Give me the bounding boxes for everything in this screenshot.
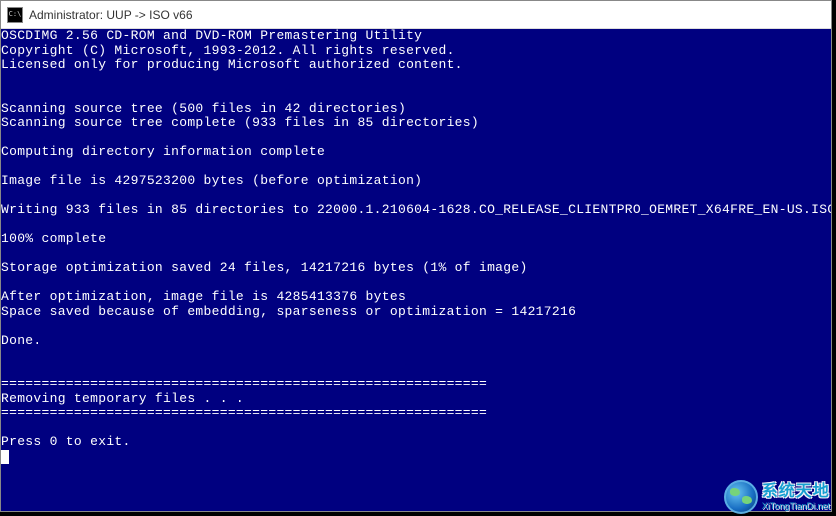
terminal-line bbox=[1, 160, 831, 175]
window-title: Administrator: UUP -> ISO v66 bbox=[29, 8, 193, 22]
terminal-line bbox=[1, 276, 831, 291]
terminal-line: Writing 933 files in 85 directories to 2… bbox=[1, 203, 831, 218]
terminal-line bbox=[1, 363, 831, 378]
titlebar[interactable]: C:\ Administrator: UUP -> ISO v66 bbox=[1, 1, 831, 29]
terminal-line bbox=[1, 73, 831, 88]
cmd-icon: C:\ bbox=[7, 7, 23, 23]
terminal-line: Storage optimization saved 24 files, 142… bbox=[1, 261, 831, 276]
terminal-line: Licensed only for producing Microsoft au… bbox=[1, 58, 831, 73]
cursor-line[interactable] bbox=[1, 450, 831, 465]
terminal-line: Scanning source tree (500 files in 42 di… bbox=[1, 102, 831, 117]
terminal-line: After optimization, image file is 428541… bbox=[1, 290, 831, 305]
terminal-line bbox=[1, 247, 831, 262]
terminal-line: Scanning source tree complete (933 files… bbox=[1, 116, 831, 131]
terminal-line: ========================================… bbox=[1, 377, 831, 392]
terminal-line bbox=[1, 348, 831, 363]
terminal-line: Copyright (C) Microsoft, 1993-2012. All … bbox=[1, 44, 831, 59]
terminal-line bbox=[1, 131, 831, 146]
terminal-line: Computing directory information complete bbox=[1, 145, 831, 160]
console-window: C:\ Administrator: UUP -> ISO v66 OSCDIM… bbox=[0, 0, 832, 512]
terminal-line: OSCDIMG 2.56 CD-ROM and DVD-ROM Premaste… bbox=[1, 29, 831, 44]
terminal-line: 100% complete bbox=[1, 232, 831, 247]
terminal-line: Image file is 4297523200 bytes (before o… bbox=[1, 174, 831, 189]
terminal-line: Press 0 to exit. bbox=[1, 435, 831, 450]
text-cursor bbox=[1, 450, 9, 464]
terminal-line bbox=[1, 319, 831, 334]
terminal-line: Space saved because of embedding, sparse… bbox=[1, 305, 831, 320]
terminal-line: Done. bbox=[1, 334, 831, 349]
terminal-line: Removing temporary files . . . bbox=[1, 392, 831, 407]
terminal-line: ========================================… bbox=[1, 406, 831, 421]
terminal-output[interactable]: OSCDIMG 2.56 CD-ROM and DVD-ROM Premaste… bbox=[1, 29, 831, 511]
terminal-line bbox=[1, 189, 831, 204]
terminal-line bbox=[1, 218, 831, 233]
terminal-line bbox=[1, 421, 831, 436]
terminal-line bbox=[1, 87, 831, 102]
